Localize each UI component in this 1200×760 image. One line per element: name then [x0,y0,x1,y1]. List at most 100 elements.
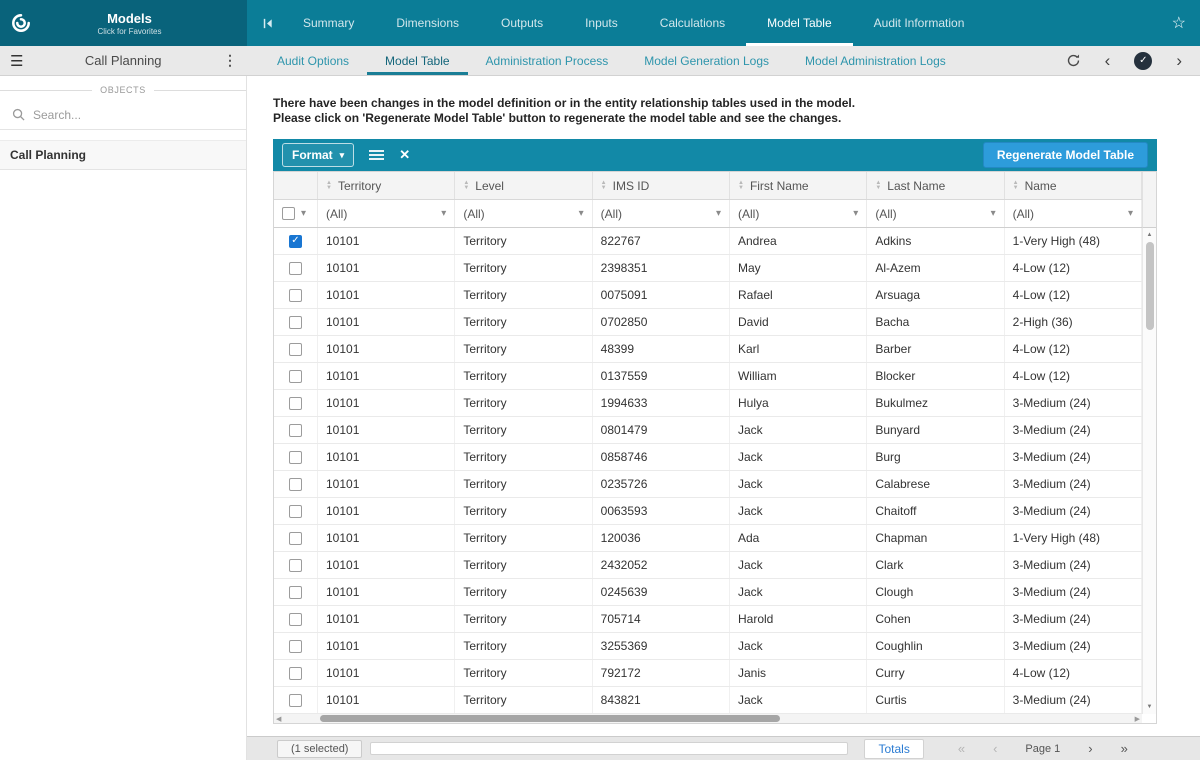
vertical-scrollbar[interactable]: ▲ ▼ [1142,228,1156,714]
row-checkbox[interactable] [289,612,302,626]
table-row[interactable]: 10101 Territory 0075091 Rafael Arsuaga 4-Low … [274,282,1142,309]
row-checkbox[interactable] [289,396,302,410]
filter-dropdown-first-name[interactable]: (All) ▾ [730,200,868,227]
next-page-button[interactable]: › [1088,742,1092,755]
top-tab-audit-information[interactable]: Audit Information [853,0,986,46]
scroll-left-icon[interactable]: ◀ [276,714,281,723]
row-checkbox[interactable] [289,666,302,680]
sub-tab-administration-process[interactable]: Administration Process [468,46,627,75]
row-checkbox[interactable] [289,315,302,329]
scroll-up-icon[interactable]: ▲ [1147,228,1153,242]
row-checkbox[interactable] [289,369,302,383]
table-header-row: ▲ ▼ Territory ▲ ▼ Level ▲ ▼ IMS ID ▲ ▼ First Name ▲ ▼… [274,172,1142,200]
sub-tab-audit-options[interactable]: Audit Options [259,46,367,75]
table-row[interactable]: 10101 Territory 0702850 David Bacha 2-High (3… [274,309,1142,336]
row-checkbox[interactable] [289,558,302,572]
row-checkbox[interactable] [289,450,302,464]
search-input[interactable] [33,107,234,122]
sub-tab-model-administration-logs[interactable]: Model Administration Logs [787,46,964,75]
filter-dropdown-territory[interactable]: (All) ▾ [318,200,456,227]
cell-last-name: Adkins [867,228,1005,254]
sub-nav: Audit Options Model Table Administration P… [259,46,964,75]
refresh-icon[interactable] [1066,53,1081,68]
cell-territory: 10101 [318,228,456,254]
sort-icon: ▲ ▼ [463,179,470,191]
prev-page-button[interactable]: ‹ [993,742,997,755]
row-checkbox[interactable] [289,585,302,599]
table-row[interactable]: 10101 Territory 1994633 Hulya Bukulmez 3-Medi… [274,390,1142,417]
row-checkbox-cell [274,309,318,335]
row-checkbox[interactable] [289,342,302,356]
favorites-star-icon[interactable]: ☆ [1172,13,1186,33]
table-row[interactable]: 10101 Territory 0235726 Jack Calabrese 3-Medi… [274,471,1142,498]
table-row[interactable]: 10101 Territory 120036 Ada Chapman 1-Very Hig… [274,525,1142,552]
row-checkbox[interactable] [289,639,302,653]
check-circle-icon[interactable]: ✓ [1134,51,1153,70]
top-tab-model-table[interactable]: Model Table [746,0,853,46]
column-header-first-name[interactable]: ▲ ▼ First Name [730,172,868,199]
row-checkbox[interactable]: ✓ [289,234,302,248]
select-all-checkbox[interactable] [282,207,295,220]
row-checkbox[interactable] [289,477,302,491]
column-header-territory[interactable]: ▲ ▼ Territory [318,172,456,199]
column-header-level[interactable]: ▲ ▼ Level [455,172,593,199]
scroll-right-icon[interactable]: ▶ [1135,714,1140,723]
row-checkbox[interactable] [289,693,302,707]
sub-tab-model-table[interactable]: Model Table [367,46,468,75]
close-icon[interactable]: ✕ [399,147,410,163]
footer-hscrollbar-track[interactable] [370,742,849,755]
top-tab-calculations[interactable]: Calculations [639,0,746,46]
list-icon[interactable] [369,149,385,161]
table-row[interactable]: 10101 Territory 705714 Harold Cohen 3-Medium … [274,606,1142,633]
table-row[interactable]: 10101 Territory 3255369 Jack Coughlin 3-Mediu… [274,633,1142,660]
table-row[interactable]: 10101 Territory 0063593 Jack Chaitoff 3-Mediu… [274,498,1142,525]
cell-last-name: Chaitoff [867,498,1005,524]
row-checkbox[interactable] [289,531,302,545]
filter-select-all[interactable]: ▾ [274,200,318,227]
last-page-button[interactable]: » [1121,742,1128,755]
scroll-down-icon[interactable]: ▼ [1147,700,1153,714]
row-checkbox[interactable] [289,288,302,302]
row-checkbox[interactable] [289,504,302,518]
cell-first-name: Jack [730,471,868,497]
kebab-menu-icon[interactable]: ⋮ [223,52,237,69]
app-logo-block[interactable]: Models Click for Favorites [0,0,247,46]
top-tab-inputs[interactable]: Inputs [564,0,639,46]
sub-tab-model-generation-logs[interactable]: Model Generation Logs [626,46,787,75]
chevron-right-icon[interactable]: › [1176,52,1182,69]
table-row[interactable]: 10101 Territory 843821 Jack Curtis 3-Medium (… [274,687,1142,714]
top-tab-summary[interactable]: Summary [282,0,375,46]
format-dropdown-button[interactable]: Format ▾ [282,143,355,167]
collapse-nav-icon[interactable] [261,17,274,30]
table-row[interactable]: 10101 Territory 2432052 Jack Clark 3-Medium (… [274,552,1142,579]
table-row[interactable]: ✓ 10101 Territory 822767 Andrea Adkins 1-Very … [274,228,1142,255]
filter-dropdown-level[interactable]: (All) ▾ [455,200,593,227]
totals-button[interactable]: Totals [864,738,924,759]
table-row[interactable]: 10101 Territory 0801479 Jack Bunyard 3-Medium… [274,417,1142,444]
hamburger-menu-icon[interactable]: ☰ [10,52,23,70]
table-row[interactable]: 10101 Territory 2398351 May Al-Azem 4-Low (12… [274,255,1142,282]
horizontal-scrollbar[interactable]: ◀ ▶ [274,714,1142,723]
top-tab-dimensions[interactable]: Dimensions [375,0,480,46]
column-header-last-name[interactable]: ▲ ▼ Last Name [867,172,1005,199]
sidebar-item-call-planning[interactable]: Call Planning [0,140,246,170]
cell-first-name: Jack [730,579,868,605]
table-row[interactable]: 10101 Territory 0245639 Jack Clough 3-Medium … [274,579,1142,606]
regenerate-model-table-button[interactable]: Regenerate Model Table [982,142,1148,168]
column-header-name[interactable]: ▲ ▼ Name [1005,172,1142,199]
filter-dropdown-ims-id[interactable]: (All) ▾ [593,200,730,227]
table-row[interactable]: 10101 Territory 0137559 William Blocker 4-Low… [274,363,1142,390]
top-tab-outputs[interactable]: Outputs [480,0,564,46]
filter-dropdown-last-name[interactable]: (All) ▾ [867,200,1005,227]
row-checkbox[interactable] [289,261,302,275]
first-page-button[interactable]: « [958,742,965,755]
chevron-left-icon[interactable]: ‹ [1105,52,1111,69]
column-header-ims-id[interactable]: ▲ ▼ IMS ID [593,172,730,199]
table-row[interactable]: 10101 Territory 792172 Janis Curry 4-Low (12) [274,660,1142,687]
table-row[interactable]: 10101 Territory 0858746 Jack Burg 3-Medium (2… [274,444,1142,471]
table-row[interactable]: 10101 Territory 48399 Karl Barber 4-Low (12) [274,336,1142,363]
row-checkbox[interactable] [289,423,302,437]
vertical-scrollbar-thumb[interactable] [1145,242,1154,330]
horizontal-scrollbar-thumb[interactable] [320,715,780,722]
filter-dropdown-name[interactable]: (All) ▾ [1005,200,1142,227]
